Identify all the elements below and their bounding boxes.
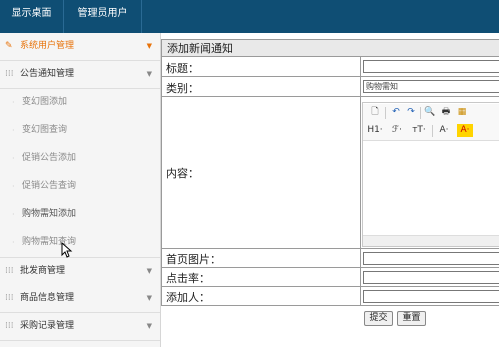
field-label: 首页图片： (166, 253, 221, 266)
field-label: 点击率： (166, 272, 210, 285)
top-nav-bar: 显示桌面 管理员用户 (0, 0, 499, 33)
highlight-color-dropdown[interactable]: A· (457, 124, 473, 137)
form-row-title: 标题： (161, 57, 499, 77)
sidebar-section-announcements[interactable]: ⁞⁞⁞ 公告通知管理 ▼ (0, 61, 160, 89)
sidebar-section-label: 商品信息管理 (20, 293, 75, 303)
new-document-icon[interactable]: 🗋 (369, 106, 381, 119)
sidebar-item-promo-add[interactable]: · 促销公告添加 (0, 145, 160, 172)
show-desktop-button[interactable]: 显示桌面 (0, 0, 64, 33)
admin-user-button[interactable]: 管理员用户 (64, 0, 142, 33)
bullet-icon: · (12, 210, 15, 219)
form-header: 添加新闻通知 (161, 39, 499, 57)
pencil-icon: ✎ (5, 41, 13, 51)
form-row-clicks: 点击率： (161, 268, 499, 287)
grid-icon: ⁞⁞⁞ (5, 266, 14, 276)
field-label: 添加人： (166, 291, 210, 304)
category-value: 购物需知 (366, 82, 398, 91)
font-color-dropdown[interactable]: A· (436, 124, 452, 137)
bullet-icon: · (12, 182, 15, 191)
bullet-icon: · (12, 98, 15, 107)
sidebar-item-banner-query[interactable]: · 变幻图查询 (0, 117, 160, 144)
sidebar-item-label: 购物需知添加 (22, 209, 77, 219)
editor-toolbar-row-2: H1· ℱ· тT· A· A· (363, 122, 499, 141)
bullet-icon: · (12, 126, 15, 135)
main-content: 添加新闻通知 标题： 类别： 购物需知 内容： 🗋 ↶ ↷ 🔍 🖶 ▦ H1· … (161, 33, 499, 347)
template-icon[interactable]: ▦ (456, 106, 468, 119)
chevron-down-icon: ▼ (146, 42, 152, 50)
chevron-down-icon: ▼ (146, 267, 152, 275)
font-family-dropdown[interactable]: ℱ· (389, 124, 405, 137)
image-input[interactable] (363, 252, 499, 265)
chevron-down-icon: ▼ (146, 294, 152, 302)
sidebar-item-promo-query[interactable]: · 促销公告查询 (0, 173, 160, 200)
form-title: 添加新闻通知 (167, 42, 233, 55)
field-label: 类别： (166, 82, 199, 95)
sidebar-section-label: 批发商管理 (20, 266, 66, 276)
sidebar-item-label: 促销公告添加 (22, 153, 77, 163)
sidebar-section-label: 系统用户管理 (20, 41, 75, 51)
sidebar-section-products[interactable]: ⁞⁞⁞ 商品信息管理 ▼ (0, 285, 160, 313)
author-input[interactable] (363, 290, 499, 303)
sidebar-section-label: 采购记录管理 (20, 321, 75, 331)
clicks-input[interactable] (363, 271, 499, 284)
sidebar-section-system-users[interactable]: ✎ 系统用户管理 ▼ (0, 33, 160, 61)
field-label: 标题： (166, 62, 199, 75)
mouse-cursor-icon (61, 242, 73, 258)
sidebar-section-purchases[interactable]: ⁞⁞⁞ 采购记录管理 ▼ (0, 313, 160, 341)
sidebar: ✎ 系统用户管理 ▼ ⁞⁞⁞ 公告通知管理 ▼ · 变幻图添加 · 变幻图查询 … (0, 33, 161, 347)
field-label: 内容： (166, 167, 199, 180)
chevron-down-icon: ▼ (146, 70, 152, 78)
print-icon[interactable]: 🖶 (440, 106, 452, 119)
sidebar-item-shopping-notice-add[interactable]: · 购物需知添加 (0, 201, 160, 228)
bullet-icon: · (12, 238, 15, 247)
form-row-author: 添加人： (161, 287, 499, 306)
form-row-category: 类别： 购物需知 (161, 77, 499, 97)
title-input[interactable] (363, 60, 499, 73)
bullet-icon: · (12, 154, 15, 163)
sidebar-section-label: 公告通知管理 (20, 69, 75, 79)
category-select[interactable]: 购物需知 (363, 80, 499, 93)
form-row-image: 首页图片： (161, 249, 499, 268)
undo-icon[interactable]: ↶ (390, 106, 402, 119)
preview-icon[interactable]: 🔍 (424, 106, 436, 119)
sidebar-item-label: 变幻图添加 (22, 97, 68, 107)
sidebar-item-banner-add[interactable]: · 变幻图添加 (0, 89, 160, 116)
sidebar-section-wholesalers[interactable]: ⁞⁞⁞ 批发商管理 ▼ (0, 257, 160, 286)
editor-toolbar-row-1: 🗋 ↶ ↷ 🔍 🖶 ▦ (363, 104, 499, 122)
reset-button[interactable]: 重置 (397, 311, 426, 326)
sidebar-item-shopping-notice-query[interactable]: · 购物需知查询 (0, 229, 160, 256)
sidebar-item-label: 变幻图查询 (22, 125, 68, 135)
chevron-down-icon: ▼ (146, 322, 152, 330)
rich-text-editor[interactable]: 🗋 ↶ ↷ 🔍 🖶 ▦ H1· ℱ· тT· A· A· (362, 102, 499, 247)
heading-dropdown[interactable]: H1· (366, 124, 384, 137)
submit-button[interactable]: 提交 (364, 311, 393, 326)
grid-icon: ⁞⁞⁞ (5, 293, 14, 303)
sidebar-item-label: 促销公告查询 (22, 181, 77, 191)
redo-icon[interactable]: ↷ (405, 106, 417, 119)
font-size-dropdown[interactable]: тT· (410, 124, 428, 137)
grid-icon: ⁞⁞⁞ (5, 69, 14, 79)
editor-status-bar (363, 235, 499, 246)
grid-icon: ⁞⁞⁞ (5, 321, 14, 331)
